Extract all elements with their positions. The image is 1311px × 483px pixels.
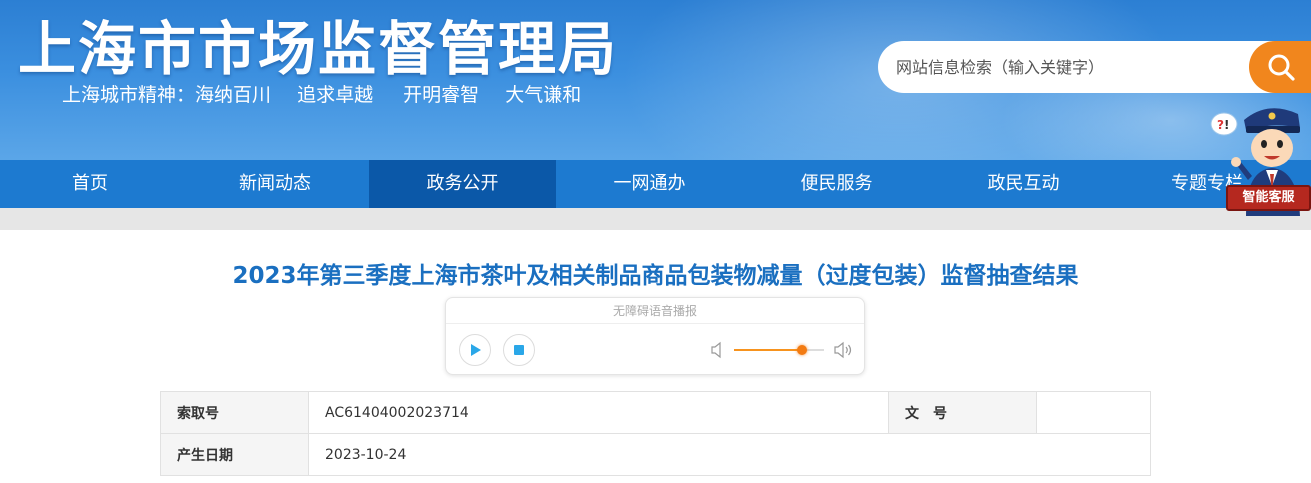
nav-item-news[interactable]: 新闻动态 xyxy=(182,160,368,208)
volume-high-icon[interactable] xyxy=(834,341,854,359)
city-slogan: 上海城市精神：海纳百川 追求卓越 开明睿智 大气谦和 xyxy=(62,80,597,107)
play-button[interactable] xyxy=(459,334,491,366)
nav-item-home[interactable]: 首页 xyxy=(0,160,180,208)
volume-low-icon[interactable] xyxy=(711,341,725,359)
nav-item-convenience[interactable]: 便民服务 xyxy=(743,160,930,208)
stop-icon xyxy=(514,345,524,355)
header-banner: 上海市市场监督管理局 上海城市精神：海纳百川 追求卓越 开明睿智 大气谦和 xyxy=(0,0,1311,160)
meta-label: 产生日期 xyxy=(160,433,309,476)
audio-player: 无障碍语音播报 xyxy=(445,297,865,375)
svg-text:!: ! xyxy=(1224,118,1229,132)
meta-label: 索取号 xyxy=(160,391,309,434)
stop-button[interactable] xyxy=(503,334,535,366)
smart-service-label[interactable]: 智能客服 xyxy=(1226,185,1311,211)
divider-band xyxy=(0,208,1311,230)
search-button[interactable] xyxy=(1249,41,1311,93)
slogan-part: 追求卓越 xyxy=(297,84,374,106)
volume-slider[interactable] xyxy=(734,345,824,355)
meta-value: AC61404002023714 xyxy=(308,391,889,434)
search-icon xyxy=(1268,54,1295,81)
slogan-part: 大气谦和 xyxy=(505,84,582,106)
nav-item-gov-open[interactable]: 政务公开 xyxy=(369,160,556,208)
article-meta-table: 索取号 AC61404002023714 文 号 产生日期 2023-10-24 xyxy=(160,391,1151,476)
article-title: 2023年第三季度上海市茶叶及相关制品商品包装物减量（过度包装）监督抽查结果 xyxy=(232,263,1079,289)
search-input[interactable] xyxy=(896,55,1236,79)
nav-item-interaction[interactable]: 政民互动 xyxy=(930,160,1117,208)
volume-slider-handle[interactable] xyxy=(796,345,807,355)
slogan-part: 上海城市精神：海纳百川 xyxy=(62,84,272,106)
volume-slider-fill xyxy=(734,349,802,351)
audio-player-caption: 无障碍语音播报 xyxy=(446,298,864,324)
search-box xyxy=(878,41,1311,93)
table-row: 索取号 AC61404002023714 文 号 xyxy=(160,391,1151,434)
nav-item-online-service[interactable]: 一网通办 xyxy=(556,160,743,208)
slogan-part: 开明睿智 xyxy=(403,84,480,106)
site-title[interactable]: 上海市市场监督管理局 xyxy=(18,2,618,86)
play-icon xyxy=(471,344,481,356)
table-row: 产生日期 2023-10-24 xyxy=(160,433,1151,476)
main-nav: 首页 新闻动态 政务公开 一网通办 便民服务 政民互动 专题专栏 xyxy=(0,160,1311,208)
meta-value: 2023-10-24 xyxy=(308,433,1151,476)
meta-label: 文 号 xyxy=(888,391,1037,434)
svg-text:?: ? xyxy=(1217,118,1224,132)
meta-value xyxy=(1036,391,1151,434)
